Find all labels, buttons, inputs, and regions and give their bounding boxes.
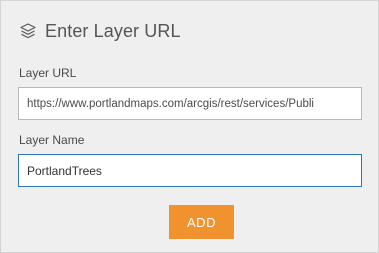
panel-title: Enter Layer URL	[45, 20, 181, 41]
layers-icon	[19, 22, 37, 40]
layer-url-input[interactable]	[18, 87, 362, 120]
add-button[interactable]: ADD	[169, 205, 234, 239]
layer-url-label: Layer URL	[19, 66, 77, 80]
layer-name-label: Layer Name	[19, 133, 85, 147]
panel-header: Enter Layer URL	[19, 19, 181, 43]
layer-name-input[interactable]	[18, 154, 362, 187]
add-layer-panel: Enter Layer URL Layer URL Layer Name ADD	[0, 0, 379, 253]
